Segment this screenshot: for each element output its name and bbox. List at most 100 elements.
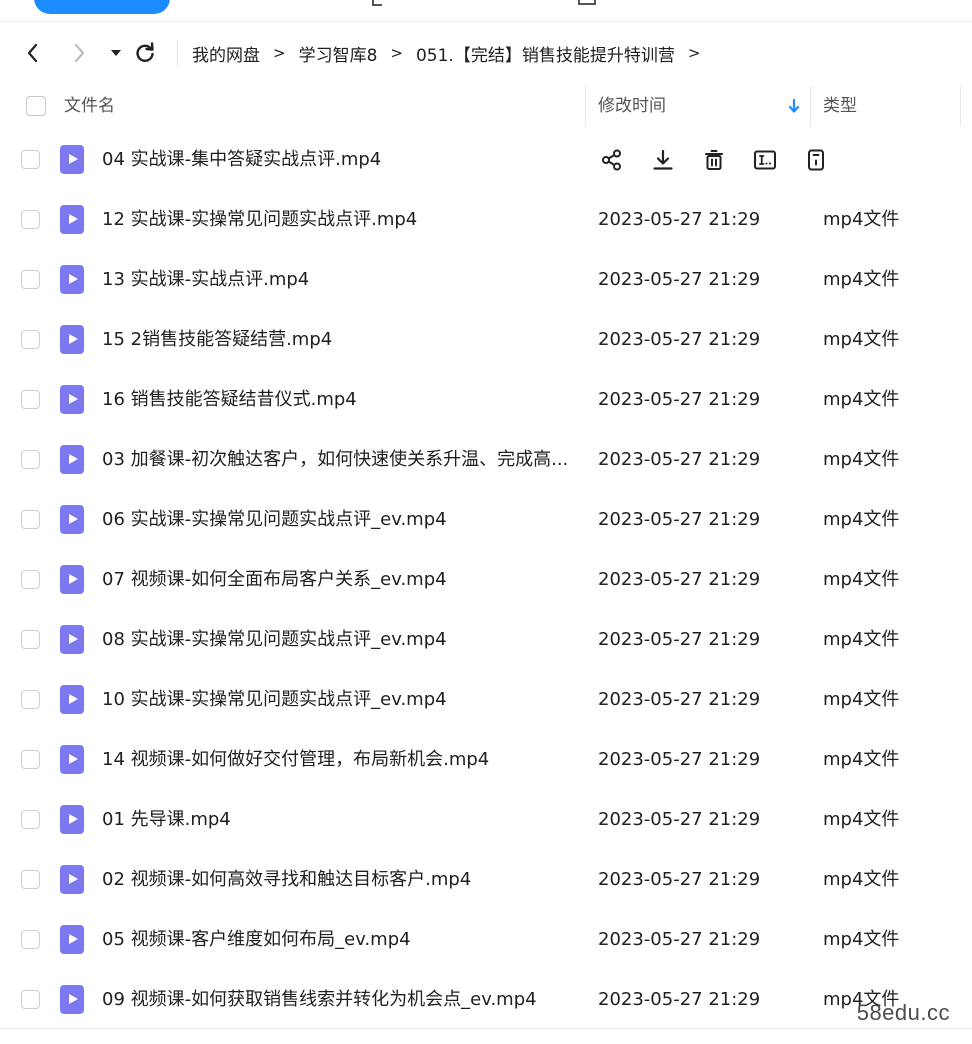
table-row[interactable]: 09 视频课-如何获取销售线索并转化为机会点_ev.mp4 2023-05-27…	[0, 970, 972, 1030]
table-row[interactable]: 10 实战课-实操常见问题实战点评_ev.mp4 2023-05-27 21:2…	[0, 670, 972, 730]
table-row[interactable]: 07 视频课-如何全面布局客户关系_ev.mp4 2023-05-27 21:2…	[0, 550, 972, 610]
file-name[interactable]: 09 视频课-如何获取销售线索并转化为机会点_ev.mp4	[102, 970, 572, 1030]
rename-icon	[754, 150, 776, 170]
row-checkbox[interactable]	[21, 210, 40, 229]
row-checkbox[interactable]	[21, 270, 40, 289]
forward-button[interactable]	[64, 38, 94, 68]
file-list: 04 实战课-集中答疑实战点评.mp4 12 实战课-实操常见问题实战点评.mp…	[0, 130, 972, 1030]
video-file-icon	[60, 445, 84, 474]
breadcrumb-item[interactable]: 我的网盘	[192, 41, 260, 66]
table-row[interactable]: 08 实战课-实操常见问题实战点评_ev.mp4 2023-05-27 21:2…	[0, 610, 972, 670]
column-header-type[interactable]: 类型	[823, 84, 857, 128]
more-icon	[808, 149, 824, 171]
column-header-modified[interactable]: 修改时间	[598, 84, 666, 128]
table-row[interactable]: 04 实战课-集中答疑实战点评.mp4	[0, 130, 972, 190]
column-header-name[interactable]: 文件名	[64, 84, 115, 128]
download-icon	[653, 149, 673, 170]
breadcrumb-separator[interactable]: >	[688, 44, 701, 62]
download-button[interactable]	[649, 146, 677, 174]
file-name[interactable]: 10 实战课-实操常见问题实战点评_ev.mp4	[102, 670, 572, 730]
breadcrumb-item[interactable]: 学习智库8	[299, 41, 378, 66]
table-row[interactable]: 06 实战课-实操常见问题实战点评_ev.mp4 2023-05-27 21:2…	[0, 490, 972, 550]
table-header: 文件名 修改时间 类型	[0, 84, 972, 128]
modified-time: 2023-05-27 21:29	[598, 929, 761, 950]
file-type: mp4文件	[823, 329, 900, 350]
file-type: mp4文件	[823, 809, 900, 830]
video-file-icon	[60, 925, 84, 954]
upload-button[interactable]	[34, 0, 170, 14]
table-row[interactable]: 16 销售技能答疑结昔仪式.mp4 2023-05-27 21:29 mp4文件	[0, 370, 972, 430]
row-checkbox[interactable]	[21, 690, 40, 709]
row-checkbox[interactable]	[21, 570, 40, 589]
file-name[interactable]: 13 实战课-实战点评.mp4	[102, 250, 572, 310]
file-name[interactable]: 12 实战课-实操常见问题实战点评.mp4	[102, 190, 572, 250]
table-row[interactable]: 03 加餐课-初次触达客户，如何快速使关系升温、完成高... 2023-05-2…	[0, 430, 972, 490]
modified-time: 2023-05-27 21:29	[598, 389, 761, 410]
nav-divider	[177, 40, 178, 66]
table-row[interactable]: 02 视频课-如何高效寻找和触达目标客户.mp4 2023-05-27 21:2…	[0, 850, 972, 910]
delete-button[interactable]	[700, 146, 728, 174]
video-file-icon	[60, 145, 84, 174]
top-toolbar	[0, 0, 972, 22]
video-file-icon	[60, 625, 84, 654]
row-actions	[598, 146, 853, 174]
select-all-checkbox[interactable]	[26, 96, 46, 116]
file-name[interactable]: 14 视频课-如何做好交付管理，布局新机会.mp4	[102, 730, 572, 790]
row-checkbox[interactable]	[21, 810, 40, 829]
table-row[interactable]: 14 视频课-如何做好交付管理，布局新机会.mp4 2023-05-27 21:…	[0, 730, 972, 790]
share-icon	[602, 149, 621, 171]
divider	[0, 1028, 972, 1029]
row-checkbox[interactable]	[21, 870, 40, 889]
row-checkbox[interactable]	[21, 510, 40, 529]
video-file-icon	[60, 745, 84, 774]
file-type: mp4文件	[823, 749, 900, 770]
modified-time: 2023-05-27 21:29	[598, 569, 761, 590]
video-file-icon	[60, 985, 84, 1014]
file-name[interactable]: 01 先导课.mp4	[102, 790, 572, 850]
modified-time: 2023-05-27 21:29	[598, 689, 761, 710]
modified-time: 2023-05-27 21:29	[598, 509, 761, 530]
row-checkbox[interactable]	[21, 150, 40, 169]
table-row[interactable]: 01 先导课.mp4 2023-05-27 21:29 mp4文件	[0, 790, 972, 850]
file-type: mp4文件	[823, 209, 900, 230]
table-row[interactable]: 13 实战课-实战点评.mp4 2023-05-27 21:29 mp4文件	[0, 250, 972, 310]
file-name[interactable]: 04 实战课-集中答疑实战点评.mp4	[102, 130, 572, 190]
row-checkbox[interactable]	[21, 930, 40, 949]
history-dropdown-button[interactable]	[101, 38, 131, 68]
table-row[interactable]: 12 实战课-实操常见问题实战点评.mp4 2023-05-27 21:29 m…	[0, 190, 972, 250]
file-type: mp4文件	[823, 509, 900, 530]
table-row[interactable]: 05 视频课-客户维度如何布局_ev.mp4 2023-05-27 21:29 …	[0, 910, 972, 970]
sort-button[interactable]	[788, 98, 800, 118]
column-divider[interactable]	[810, 86, 811, 126]
file-name[interactable]: 08 实战课-实操常见问题实战点评_ev.mp4	[102, 610, 572, 670]
breadcrumb-item[interactable]: 051.【完结】销售技能提升特训营	[416, 41, 675, 66]
toolbar-icon[interactable]	[372, 0, 382, 6]
breadcrumb-separator: >	[273, 44, 286, 62]
rename-button[interactable]	[751, 146, 779, 174]
file-name[interactable]: 05 视频课-客户维度如何布局_ev.mp4	[102, 910, 572, 970]
row-checkbox[interactable]	[21, 330, 40, 349]
column-divider[interactable]	[585, 86, 586, 126]
back-button[interactable]	[18, 38, 48, 68]
file-name[interactable]: 16 销售技能答疑结昔仪式.mp4	[102, 370, 572, 430]
file-type: mp4文件	[823, 569, 900, 590]
file-name[interactable]: 02 视频课-如何高效寻找和触达目标客户.mp4	[102, 850, 572, 910]
column-divider[interactable]	[960, 86, 961, 126]
video-file-icon	[60, 325, 84, 354]
file-name[interactable]: 03 加餐课-初次触达客户，如何快速使关系升温、完成高...	[102, 430, 572, 490]
row-checkbox[interactable]	[21, 450, 40, 469]
modified-time: 2023-05-27 21:29	[598, 749, 761, 770]
row-checkbox[interactable]	[21, 990, 40, 1009]
table-row[interactable]: 15 2销售技能答疑结营.mp4 2023-05-27 21:29 mp4文件	[0, 310, 972, 370]
row-checkbox[interactable]	[21, 750, 40, 769]
file-name[interactable]: 15 2销售技能答疑结营.mp4	[102, 310, 572, 370]
file-name[interactable]: 07 视频课-如何全面布局客户关系_ev.mp4	[102, 550, 572, 610]
file-name[interactable]: 06 实战课-实操常见问题实战点评_ev.mp4	[102, 490, 572, 550]
row-checkbox[interactable]	[21, 630, 40, 649]
refresh-button[interactable]	[130, 38, 160, 68]
more-button[interactable]	[802, 146, 830, 174]
modified-time: 2023-05-27 21:29	[598, 329, 761, 350]
share-button[interactable]	[598, 146, 626, 174]
toolbar-icon[interactable]	[578, 0, 596, 5]
row-checkbox[interactable]	[21, 390, 40, 409]
